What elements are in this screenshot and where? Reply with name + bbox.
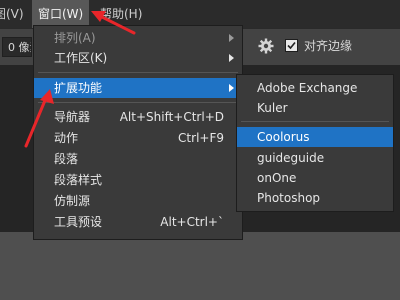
align-edges-label: 对齐边缘 xyxy=(304,39,353,53)
menu-item-label: 段落 xyxy=(54,152,79,166)
menu-item-workspace[interactable]: 工作区(K) xyxy=(34,48,242,68)
ext-item-label: guideguide xyxy=(257,151,325,165)
menu-item-label: 仿制源 xyxy=(54,194,91,208)
extensions-submenu: Adobe Exchange Kuler Coolorus guideguide… xyxy=(236,74,394,212)
chevron-right-icon xyxy=(229,34,234,42)
ext-item-adobe-exchange[interactable]: Adobe Exchange xyxy=(237,78,393,98)
menu-item-paragraph-styles[interactable]: 段落样式 xyxy=(34,170,242,190)
menu-view[interactable]: 图(V) xyxy=(0,0,24,28)
menu-item-label: 工作区(K) xyxy=(54,51,108,65)
menu-item-navigator[interactable]: 导航器 Alt+Shift+Ctrl+D xyxy=(34,107,242,127)
ext-item-photoshop[interactable]: Photoshop xyxy=(237,188,393,208)
menu-item-shortcut: Alt+Shift+Ctrl+D xyxy=(119,110,224,124)
menu-separator xyxy=(241,121,389,122)
check-icon xyxy=(287,41,296,50)
menu-item-label: 扩展功能 xyxy=(54,81,103,95)
ext-item-label: Adobe Exchange xyxy=(257,81,358,95)
menu-item-tool-presets[interactable]: 工具预设 Alt+Ctrl+` xyxy=(34,212,242,232)
chevron-right-icon xyxy=(229,84,234,92)
canvas-area xyxy=(0,232,400,300)
menu-item-shortcut: Alt+Ctrl+` xyxy=(160,215,224,229)
menu-separator xyxy=(38,102,238,103)
gear-icon[interactable] xyxy=(257,37,275,55)
ext-item-label: onOne xyxy=(257,171,297,185)
menu-bar: 图(V) 窗口(W) 帮助(H) xyxy=(0,0,400,28)
menu-item-actions[interactable]: 动作 Ctrl+F9 xyxy=(34,128,242,148)
ext-item-label: Photoshop xyxy=(257,191,321,205)
ext-item-onone[interactable]: onOne xyxy=(237,168,393,188)
menu-item-extensions[interactable]: 扩展功能 xyxy=(34,78,242,98)
menu-item-label: 工具预设 xyxy=(54,215,103,229)
menu-item-paragraph[interactable]: 段落 xyxy=(34,149,242,169)
menu-item-shortcut: Ctrl+F9 xyxy=(178,131,224,145)
menu-help[interactable]: 帮助(H) xyxy=(100,0,142,28)
menu-separator xyxy=(38,72,238,73)
menu-window[interactable]: 窗口(W) xyxy=(32,0,90,28)
chevron-right-icon xyxy=(229,54,234,62)
align-edges-checkbox[interactable] xyxy=(285,39,298,52)
menu-item-arrange[interactable]: 排列(A) xyxy=(34,28,242,48)
menu-item-label: 动作 xyxy=(54,131,79,145)
ext-item-coolorus[interactable]: Coolorus xyxy=(237,127,393,147)
ext-item-guideguide[interactable]: guideguide xyxy=(237,148,393,168)
ext-item-label: Kuler xyxy=(257,101,288,115)
menu-item-clone-source[interactable]: 仿制源 xyxy=(34,191,242,211)
ext-item-label: Coolorus xyxy=(257,130,310,144)
menu-item-label: 导航器 xyxy=(54,110,91,124)
menu-item-label: 段落样式 xyxy=(54,173,103,187)
feather-field[interactable]: 0 像素 xyxy=(2,37,32,57)
window-menu-dropdown: 排列(A) 工作区(K) 扩展功能 导航器 Alt+Shift+Ctrl+D 动… xyxy=(33,25,243,240)
ext-item-kuler[interactable]: Kuler xyxy=(237,98,393,118)
menu-item-label: 排列(A) xyxy=(54,31,96,45)
